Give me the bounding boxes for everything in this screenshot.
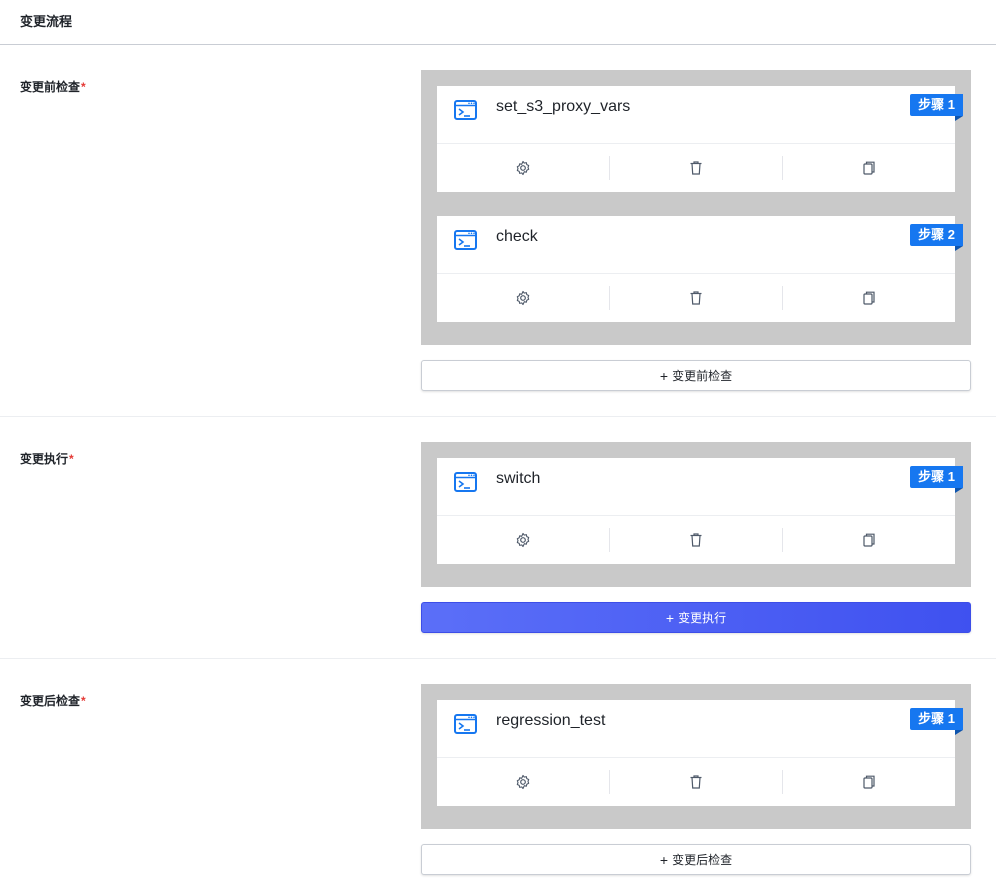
section-divider [0,416,996,417]
section-execute: 变更执行* switch 步骤 1 + 变更执行 [0,442,996,659]
section-divider [0,658,996,659]
settings-button[interactable] [437,156,609,180]
plus-icon: + [659,851,669,868]
step-list: regression_test 步骤 1 [421,684,971,829]
trash-icon [690,532,702,547]
add-button-label: 变更前检查 [672,369,733,383]
trash-icon [690,160,702,175]
step-badge: 步骤 2 [910,224,963,251]
delete-button[interactable] [609,155,782,180]
step-card-header: regression_test 步骤 1 [437,700,963,758]
plus-icon: + [659,367,669,384]
settings-button[interactable] [437,770,609,794]
step-card-header: check 步骤 2 [437,216,963,274]
copy-icon [863,775,875,789]
page-title: 变更流程 [20,14,73,29]
delete-button[interactable] [609,527,782,552]
gear-icon [516,160,530,175]
section-label: 变更前检查* [20,78,86,95]
step-card-header: switch 步骤 1 [437,458,963,516]
step-list: switch 步骤 1 [421,442,971,587]
step-name: set_s3_proxy_vars [496,98,631,115]
change-flow-page: 变更流程 变更前检查* set_s3_proxy_vars 步骤 1 check… [0,0,996,894]
step-card[interactable]: set_s3_proxy_vars 步骤 1 [437,86,963,192]
step-badge: 步骤 1 [910,466,963,493]
step-card-actions [437,516,955,563]
delete-button[interactable] [609,285,782,310]
add-pre-check-button[interactable]: + 变更前检查 [421,360,971,391]
section-pre-check: 变更前检查* set_s3_proxy_vars 步骤 1 check 步骤 2… [0,70,996,417]
terminal-icon [454,714,477,734]
settings-button[interactable] [437,286,609,310]
section-label: 变更后检查* [20,692,86,709]
section-label-text: 变更后检查 [20,694,81,708]
gear-icon [516,290,530,305]
step-name: check [496,228,538,245]
copy-icon [863,533,875,547]
step-card[interactable]: regression_test 步骤 1 [437,700,963,806]
step-card[interactable]: check 步骤 2 [437,216,963,322]
terminal-icon [454,230,477,250]
trash-icon [690,774,702,789]
step-card[interactable]: switch 步骤 1 [437,458,963,564]
copy-icon [863,161,875,175]
title-divider [0,44,996,45]
required-mark: * [81,80,86,94]
add-button-label: 变更执行 [678,611,727,625]
copy-button[interactable] [782,769,955,794]
add-execute-button[interactable]: + 变更执行 [421,602,971,633]
step-card-header: set_s3_proxy_vars 步骤 1 [437,86,963,144]
step-name: switch [496,470,541,487]
section-label: 变更执行* [20,450,74,467]
section-label-text: 变更前检查 [20,80,81,94]
step-card-actions [437,274,955,321]
gear-icon [516,532,530,547]
settings-button[interactable] [437,528,609,552]
step-list: set_s3_proxy_vars 步骤 1 check 步骤 2 [421,70,971,345]
gear-icon [516,774,530,789]
delete-button[interactable] [609,769,782,794]
add-button-label: 变更后检查 [672,853,733,867]
trash-icon [690,290,702,305]
terminal-icon [454,472,477,492]
required-mark: * [69,452,74,466]
copy-button[interactable] [782,155,955,180]
required-mark: * [81,694,86,708]
step-card-actions [437,758,955,805]
copy-button[interactable] [782,527,955,552]
step-badge: 步骤 1 [910,94,963,121]
plus-icon: + [665,609,675,626]
add-post-check-button[interactable]: + 变更后检查 [421,844,971,875]
terminal-icon [454,100,477,120]
copy-icon [863,291,875,305]
section-post-check: 变更后检查* regression_test 步骤 1 + 变更后检查 [0,684,996,884]
copy-button[interactable] [782,285,955,310]
section-label-text: 变更执行 [20,452,69,466]
step-name: regression_test [496,712,606,729]
step-card-actions [437,144,955,191]
step-badge: 步骤 1 [910,708,963,735]
